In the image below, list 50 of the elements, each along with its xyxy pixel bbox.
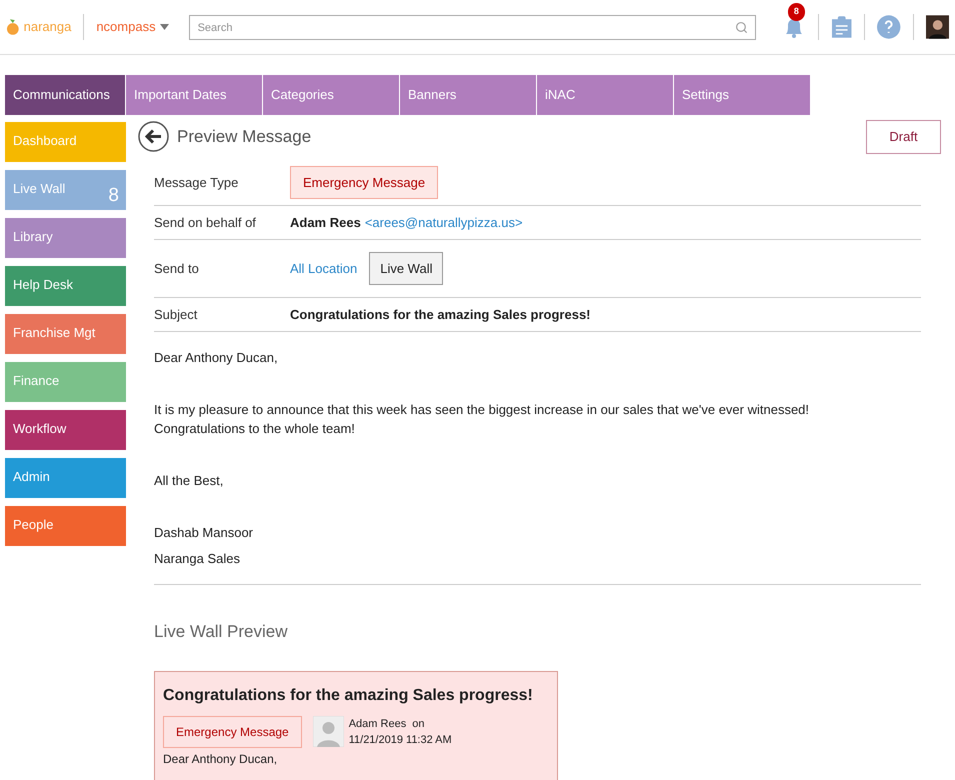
field-label: Send on behalf of <box>154 214 257 232</box>
sidebar-item[interactable]: Finance <box>5 362 126 402</box>
all-location-link[interactable]: All Location <box>290 258 358 278</box>
message-type-badge: Emergency Message <box>163 716 302 748</box>
body-paragraph: Naranga Sales <box>154 550 241 568</box>
nav-tab[interactable]: iNAC <box>537 75 674 115</box>
live-wall-chip[interactable]: Live Wall <box>369 252 444 286</box>
body-paragraph: It is my pleasure to announce that this week has seen the biggest increase in our sales that we've ever witnessed! Congratulations to the whole team! <box>154 401 810 438</box>
sidebar-item[interactable]: Franchise Mgt <box>5 314 126 354</box>
page-title: Preview Message <box>177 126 312 148</box>
nav-tab[interactable]: Important Dates <box>126 75 263 115</box>
notification-badge: 8 <box>788 3 805 20</box>
sidebar-item[interactable]: Admin <box>5 458 126 498</box>
draft-button[interactable]: Draft <box>866 120 941 154</box>
preview-title: Congratulations for the amazing Sales progress! <box>163 686 534 706</box>
nav-tab[interactable]: Settings <box>674 75 811 115</box>
preview-heading: Live Wall Preview <box>154 621 289 643</box>
item-count: 8 <box>108 184 119 208</box>
preview-author: Adam Rees on <box>348 716 426 732</box>
field-label: Send to <box>154 260 200 278</box>
caret-icon <box>160 24 169 30</box>
sidebar-item[interactable]: Workflow <box>5 410 126 450</box>
preview-body: Dear Anthony Ducan, <box>163 750 278 768</box>
logo-icon <box>6 18 20 36</box>
nav-tab[interactable]: Categories <box>263 75 400 115</box>
sidebar-item[interactable]: Help Desk <box>5 266 126 306</box>
search-icon <box>734 20 748 34</box>
subject-text: Congratulations for the amazing Sales progress! <box>290 306 590 324</box>
field-label: Message Type <box>154 174 240 192</box>
nav-tab[interactable]: Banners <box>400 75 537 115</box>
sidebar-item[interactable]: Dashboard <box>5 122 126 162</box>
avatar[interactable] <box>926 15 949 39</box>
preview-date: 11/21/2019 11:32 AM <box>348 732 452 748</box>
body-paragraph: Dashab Mansoor <box>154 524 254 542</box>
body-paragraph: Dear Anthony Ducan, <box>154 349 279 367</box>
message-type-badge: Emergency Message <box>290 166 438 200</box>
body-paragraph: All the Best, <box>154 472 224 490</box>
sidebar-item[interactable]: Library <box>5 218 126 258</box>
sidebar-item[interactable]: Live Wall 8 <box>5 170 126 210</box>
nav-tab[interactable]: Communications <box>5 75 126 115</box>
logo-text: naranga <box>24 18 72 36</box>
product-menu[interactable]: ncompass <box>96 17 169 37</box>
avatar-icon <box>312 716 344 746</box>
sender-email[interactable]: <arees@naturallypizza.us> <box>364 212 523 232</box>
sidebar-item[interactable]: People <box>5 506 126 546</box>
back-icon[interactable] <box>138 121 169 152</box>
search-field[interactable]: Search <box>188 15 756 40</box>
sender-name: Adam Rees <box>290 214 361 232</box>
field-label: Subject <box>154 306 198 324</box>
clipboard-icon[interactable] <box>830 15 852 39</box>
